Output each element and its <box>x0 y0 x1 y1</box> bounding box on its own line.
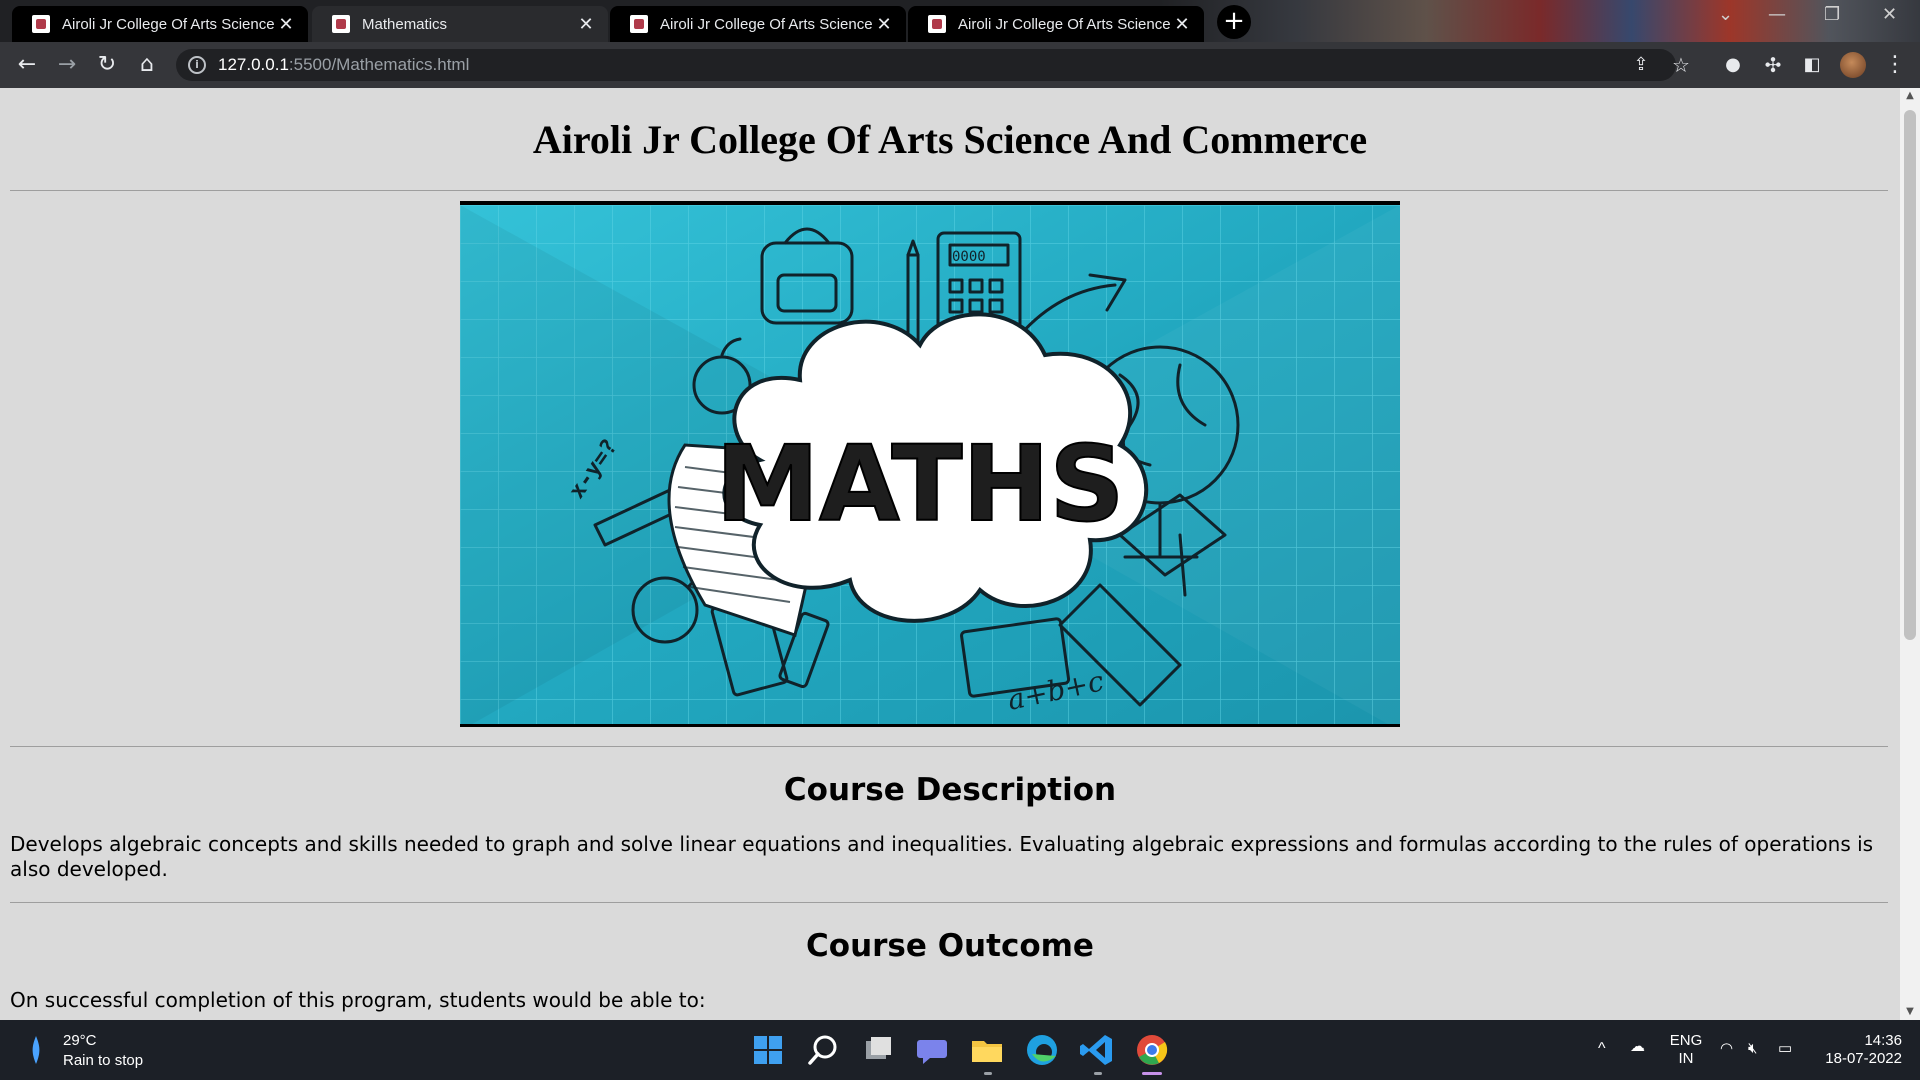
course-outcome-intro: On successful completion of this program… <box>10 988 706 1012</box>
clock-time: 14:36 <box>1864 1032 1902 1049</box>
rain-weather-icon[interactable] <box>30 1034 42 1066</box>
onedrive-icon[interactable]: ☁ <box>1630 1038 1645 1056</box>
tab-college-2[interactable]: Airoli Jr College Of Arts Science And Co… <box>610 6 906 42</box>
site-favicon-icon <box>332 15 350 33</box>
edge-browser-icon[interactable] <box>1024 1032 1060 1068</box>
region-code: IN <box>1678 1050 1694 1067</box>
extensions-puzzle-icon[interactable]: ✣ <box>1758 50 1788 80</box>
maths-illustration: x-y=? a+b+c 0000 MATHS <box>460 205 1400 724</box>
tab-title: Airoli Jr College Of Arts Science And Co… <box>660 15 874 33</box>
url-host: 127.0.0.1 <box>218 55 289 74</box>
site-favicon-icon <box>630 15 648 33</box>
course-description-heading: Course Description <box>783 772 1117 808</box>
forward-arrow-icon[interactable]: → <box>52 50 82 80</box>
address-bar[interactable]: i 127.0.0.1:5500/Mathematics.html ⇪ ☆ <box>176 49 1690 81</box>
page-viewport: Airoli Jr College Of Arts Science And Co… <box>0 88 1900 1020</box>
weather-description[interactable]: Rain to stop <box>63 1052 143 1069</box>
browser-tab-strip: Airoli Jr College Of Arts Science And Co… <box>0 0 1920 42</box>
browser-menu-icon[interactable]: ⋮ <box>1880 50 1910 80</box>
reload-icon[interactable]: ↻ <box>92 50 122 80</box>
language-indicator[interactable]: ENG IN <box>1668 1032 1704 1068</box>
active-app-indicator <box>1142 1072 1162 1075</box>
home-icon[interactable]: ⌂ <box>132 50 162 80</box>
back-arrow-icon[interactable]: ← <box>12 50 42 80</box>
weather-temperature[interactable]: 29°C <box>63 1032 97 1049</box>
profile-avatar[interactable] <box>1840 52 1866 78</box>
vscode-icon[interactable] <box>1079 1032 1115 1068</box>
course-outcome-heading: Course Outcome <box>806 928 1094 964</box>
tab-search-chevron-icon[interactable]: ⌄ <box>1718 4 1733 25</box>
close-icon[interactable]: ✕ <box>874 14 894 35</box>
restore-icon[interactable]: ❐ <box>1824 4 1840 25</box>
clock-date: 18-07-2022 <box>1825 1050 1902 1067</box>
close-icon[interactable]: ✕ <box>1172 14 1192 35</box>
bookmark-star-icon[interactable]: ☆ <box>1666 50 1696 80</box>
show-hidden-icons-chevron-icon[interactable]: ^ <box>1598 1040 1606 1058</box>
maths-title-art: MATHS <box>716 423 1125 545</box>
tab-title: Airoli Jr College Of Arts Science And Co… <box>958 15 1172 33</box>
tab-college-3[interactable]: Airoli Jr College Of Arts Science And Co… <box>908 6 1204 42</box>
file-explorer-icon[interactable] <box>969 1032 1005 1068</box>
divider <box>10 902 1888 903</box>
window-background-art <box>1160 0 1920 42</box>
chrome-browser-icon[interactable] <box>1134 1032 1170 1068</box>
new-tab-button[interactable]: + <box>1217 5 1251 39</box>
calculator-display: 0000 <box>952 249 986 265</box>
divider <box>10 190 1888 191</box>
scroll-down-icon[interactable]: ▼ <box>1900 1004 1920 1020</box>
browser-toolbar: ← → ↻ ⌂ i 127.0.0.1:5500/Mathematics.htm… <box>0 42 1920 88</box>
running-indicator <box>1094 1072 1102 1075</box>
tab-mathematics[interactable]: Mathematics ✕ <box>312 6 608 42</box>
tab-title: Airoli Jr College Of Arts Science And Co… <box>62 15 276 33</box>
scroll-up-icon[interactable]: ▲ <box>1900 88 1920 104</box>
close-icon[interactable]: ✕ <box>276 14 296 35</box>
url-text[interactable]: 127.0.0.1:5500/Mathematics.html <box>218 55 469 75</box>
course-description-text: Develops algebraic concepts and skills n… <box>10 832 1874 881</box>
task-view-icon[interactable] <box>860 1032 896 1068</box>
teams-chat-icon[interactable] <box>914 1032 950 1068</box>
site-favicon-icon <box>32 15 50 33</box>
page-scrollbar[interactable]: ▲ ▼ <box>1900 88 1920 1020</box>
close-icon[interactable]: ✕ <box>576 14 596 35</box>
site-title: Airoli Jr College Of Arts Science And Co… <box>532 117 1368 162</box>
site-favicon-icon <box>928 15 946 33</box>
tab-college-1[interactable]: Airoli Jr College Of Arts Science And Co… <box>12 6 308 42</box>
share-icon[interactable]: ⇪ <box>1626 50 1656 80</box>
minimize-icon[interactable]: — <box>1768 4 1786 25</box>
battery-icon[interactable]: ▭ <box>1778 1040 1792 1058</box>
window-close-icon[interactable]: ✕ <box>1882 4 1897 25</box>
divider <box>10 746 1888 747</box>
windows-taskbar: 29°C Rain to stop ^ ☁ ENG IN ◠ 🔇︎ ▭ 14:3… <box>0 1020 1920 1080</box>
site-info-icon[interactable]: i <box>188 56 206 74</box>
clock[interactable]: 14:36 18-07-2022 <box>1812 1032 1902 1068</box>
start-windows-icon[interactable] <box>750 1032 786 1068</box>
side-panel-icon[interactable]: ◧ <box>1797 50 1827 80</box>
speaker-muted-icon[interactable]: 🔇︎ <box>1748 1040 1757 1058</box>
wifi-icon[interactable]: ◠ <box>1720 1040 1733 1058</box>
running-indicator <box>984 1072 992 1075</box>
scrollbar-thumb[interactable] <box>1904 110 1916 640</box>
tab-title: Mathematics <box>362 15 448 33</box>
language-code: ENG <box>1669 1032 1703 1049</box>
maths-hero-image: x-y=? a+b+c 0000 MATHS <box>460 201 1400 727</box>
search-icon[interactable] <box>805 1032 841 1068</box>
extension-circle-icon[interactable]: ● <box>1718 50 1748 80</box>
url-path: :5500/Mathematics.html <box>288 55 470 74</box>
